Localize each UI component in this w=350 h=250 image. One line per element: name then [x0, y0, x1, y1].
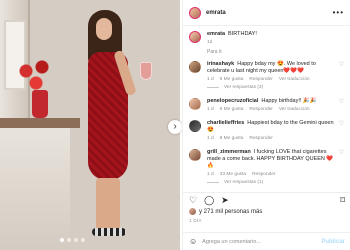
chevron-right-icon: › — [173, 121, 177, 132]
photo-shelf — [0, 118, 80, 128]
comment-time: 1 d — [207, 172, 214, 177]
post-username[interactable]: emrata — [206, 10, 226, 16]
likes-summary[interactable]: y 271 mil personas más — [189, 208, 262, 215]
comment-input[interactable] — [202, 238, 322, 245]
next-photo-button[interactable]: › — [168, 120, 182, 134]
avatar[interactable] — [189, 31, 201, 43]
comment-body: irinashayk Happy bday my 😍. We loved to c… — [207, 61, 335, 90]
view-replies-label: Ver respuestas (1) — [224, 180, 264, 185]
comment-body: grill_zimmerman I fucking LOVE that cigar… — [207, 149, 335, 185]
carousel-dot — [74, 238, 78, 242]
photo-wine-glass — [140, 62, 152, 80]
view-replies-label: Ver respuestas (3) — [224, 85, 264, 90]
comment-meta: 1 d 6 Me gusta Responder Ver traducción — [207, 77, 335, 82]
list-item: irinashayk Happy bday my 😍. We loved to c… — [189, 61, 344, 90]
carousel-dot — [67, 238, 71, 242]
post-date: 1 DÍA — [189, 218, 202, 223]
translate-button[interactable]: Ver traducción — [279, 77, 310, 82]
heart-icon[interactable]: ♡ — [339, 61, 344, 90]
caption-meta: 1d — [207, 40, 344, 45]
comment-text-line: penelopecruzoficial Happy birthday!! 🎉🎉 — [207, 98, 335, 105]
avatar[interactable] — [189, 120, 201, 132]
avatar[interactable] — [189, 149, 201, 161]
more-horizontal-icon[interactable]: ••• — [333, 8, 344, 17]
comments-list: emrata BIRTHDAY! 1d Para ti irinashayk Hap… — [183, 26, 350, 193]
caption: emrata BIRTHDAY! 1d — [189, 31, 344, 45]
list-item: charlielieffries Happiest bday to the Gem… — [189, 120, 344, 141]
comment-likes[interactable]: 6 Me gusta — [220, 107, 244, 112]
photo-flowers — [14, 55, 54, 95]
comment-meta: 1 d 8 Me gusta Responder — [207, 136, 335, 141]
reply-button[interactable]: Responder — [249, 136, 272, 141]
view-replies-button[interactable]: Ver respuestas (1) — [207, 180, 335, 185]
carousel-dot — [60, 238, 64, 242]
comment-username[interactable]: irinashayk — [207, 61, 234, 67]
caption-username[interactable]: emrata — [207, 31, 225, 37]
comment-likes[interactable]: 8 Me gusta — [220, 136, 244, 141]
divider — [207, 182, 219, 183]
list-item: penelopecruzoficial Happy birthday!! 🎉🎉 1… — [189, 98, 344, 112]
comment-body: charlielieffries Happiest bday to the Gem… — [207, 120, 335, 141]
heart-icon[interactable]: ♡ — [339, 120, 344, 141]
comment-text-line: grill_zimmerman I fucking LOVE that cigar… — [207, 149, 335, 170]
post-actions: ♡ ◯ ➤ ⌑ — [183, 192, 350, 206]
comment-time: 1 d — [207, 77, 214, 82]
photo-sill — [0, 128, 70, 250]
bookmark-icon[interactable]: ⌑ — [340, 195, 345, 205]
comment-icon[interactable]: ◯ — [204, 195, 214, 205]
comment-text: Happy birthday!! 🎉🎉 — [261, 98, 317, 104]
emoji-icon[interactable]: ☺ — [189, 237, 197, 246]
comment-likes[interactable]: 6 Me gusta — [220, 77, 244, 82]
caption-time: 1d — [207, 40, 213, 45]
comment-time: 1 d — [207, 136, 214, 141]
divider — [207, 87, 219, 88]
heart-icon[interactable]: ♡ — [339, 98, 344, 112]
translate-button[interactable]: Ver traducción — [279, 107, 310, 112]
photo-person-face — [96, 18, 112, 40]
reply-button[interactable]: Responder — [249, 107, 272, 112]
comment-body: penelopecruzoficial Happy birthday!! 🎉🎉 1… — [207, 98, 335, 112]
avatar — [189, 208, 196, 215]
likes-text: y 271 mil personas más — [199, 208, 263, 215]
carousel-dots — [60, 238, 85, 242]
post-header: emrata ••• — [183, 0, 350, 26]
comment-text-line: irinashayk Happy bday my 😍. We loved to c… — [207, 61, 335, 75]
comment-text-line: charlielieffries Happiest bday to the Gem… — [207, 120, 335, 134]
comment-username[interactable]: penelopecruzoficial — [207, 98, 258, 104]
caption-body: emrata BIRTHDAY! 1d — [207, 31, 344, 45]
reply-button[interactable]: Responder — [252, 172, 275, 177]
photo-person-legs — [96, 178, 120, 230]
caption-text-line: emrata BIRTHDAY! — [207, 31, 344, 38]
avatar[interactable] — [189, 6, 201, 19]
avatar[interactable] — [189, 98, 201, 110]
translated-note: Para ti — [207, 49, 222, 55]
photo-person-shoes — [92, 228, 126, 236]
post-side-panel: emrata ••• emrata BIRTHDAY! 1d Para ti ir… — [182, 0, 350, 250]
comment-username[interactable]: charlielieffries — [207, 120, 244, 126]
comment-meta: 1 d 33 Me gusta Responder — [207, 172, 335, 177]
add-comment-bar: ☺ Publicar — [183, 232, 350, 250]
comment-time: 1 d — [207, 107, 214, 112]
comment-meta: 1 d 6 Me gusta Responder Ver traducción — [207, 107, 335, 112]
heart-icon[interactable]: ♡ — [339, 149, 344, 185]
reply-button[interactable]: Responder — [249, 77, 272, 82]
avatar[interactable] — [189, 61, 201, 73]
post-comment-button[interactable]: Publicar — [321, 239, 345, 245]
share-icon[interactable]: ➤ — [221, 195, 229, 205]
comment-likes[interactable]: 33 Me gusta — [220, 172, 246, 177]
caption-text: BIRTHDAY! — [228, 31, 257, 37]
post-photo[interactable] — [0, 0, 180, 250]
carousel-dot — [81, 238, 85, 242]
photo-vase — [32, 90, 48, 118]
heart-icon[interactable]: ♡ — [189, 195, 197, 205]
comment-username[interactable]: grill_zimmerman — [207, 149, 251, 155]
list-item: grill_zimmerman I fucking LOVE that cigar… — [189, 149, 344, 185]
view-replies-button[interactable]: Ver respuestas (3) — [207, 85, 335, 90]
